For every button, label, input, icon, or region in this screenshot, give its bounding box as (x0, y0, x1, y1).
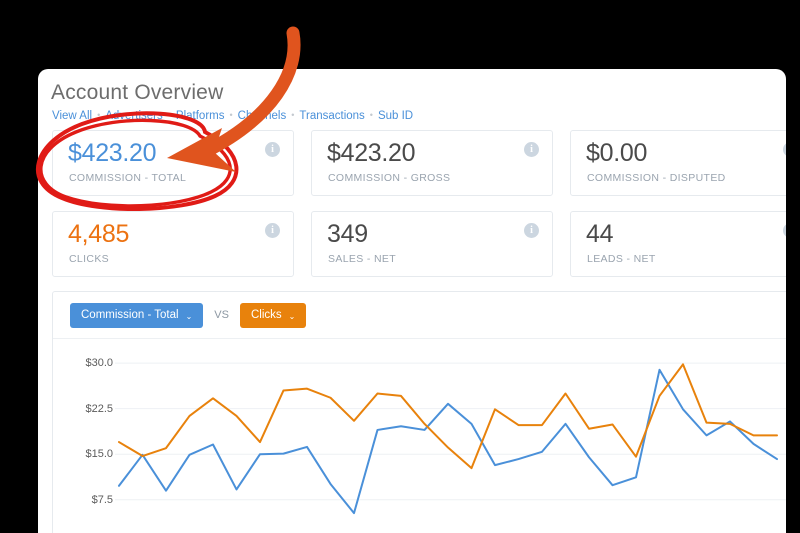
chevron-down-icon: ⌄ (185, 311, 193, 321)
breadcrumb-separator: • (229, 110, 233, 120)
metric-value: $0.00 (586, 139, 648, 167)
secondary-series-selector[interactable]: Clicks ⌄ (239, 302, 307, 328)
vs-label: VS (214, 309, 229, 321)
breadcrumb-item-platforms[interactable]: Platforms (176, 110, 225, 122)
chevron-down-icon: ⌄ (288, 311, 296, 321)
metric-cards-row-1: $423.20 COMMISSION - TOTAL $423.20 COMMISSI… (52, 130, 786, 196)
metric-label: LEADS - NET (587, 253, 656, 265)
metric-card-commission-gross[interactable]: $423.20 COMMISSION - GROSS (311, 130, 553, 196)
secondary-series-label: Clicks (250, 309, 282, 321)
metric-card-commission-total[interactable]: $423.20 COMMISSION - TOTAL (52, 130, 294, 196)
metric-card-sales-net[interactable]: 349 SALES - NET (311, 211, 553, 277)
metric-label: SALES - NET (328, 253, 397, 265)
breadcrumb-item-view-all[interactable]: View All (52, 110, 92, 122)
screenshot-stage: Account Overview View All • Advertisers • Pl… (0, 0, 800, 533)
metric-value: 349 (327, 220, 368, 248)
account-overview-panel: Account Overview View All • Advertisers • Pl… (38, 69, 786, 533)
info-icon[interactable] (265, 142, 280, 157)
metric-value: 4,485 (68, 220, 130, 248)
breadcrumb-item-sub-id[interactable]: Sub ID (378, 110, 413, 122)
breadcrumb-item-channels[interactable]: Channels (238, 110, 287, 122)
metric-value: $423.20 (327, 139, 416, 167)
metric-cards-row-2: 4,485 CLICKS 349 SALES - NET 44 LEADS - NET (52, 211, 786, 277)
series-line-commission-total (118, 368, 778, 515)
chart-toolbar: Commission - Total ⌄ VS Clicks ⌄ (53, 292, 786, 339)
breadcrumb-separator: • (369, 110, 373, 120)
line-chart-svg (115, 362, 786, 515)
info-icon[interactable] (783, 223, 786, 238)
metric-label: COMMISSION - TOTAL (69, 172, 187, 184)
breadcrumb-separator: • (97, 110, 101, 120)
info-icon[interactable] (524, 223, 539, 238)
metric-card-clicks[interactable]: 4,485 CLICKS (52, 211, 294, 277)
breadcrumb-separator: • (167, 110, 171, 120)
primary-series-selector[interactable]: Commission - Total ⌄ (70, 302, 204, 328)
breadcrumb-item-advertisers[interactable]: Advertisers (105, 110, 163, 122)
metric-value: $423.20 (68, 139, 157, 167)
breadcrumb-item-transactions[interactable]: Transactions (299, 110, 364, 122)
metric-label: COMMISSION - DISPUTED (587, 172, 726, 184)
metric-card-commission-disputed[interactable]: $0.00 COMMISSION - DISPUTED (570, 130, 786, 196)
chart-plot-area: $30.0 $22.5 $15.0 $7.5 (53, 339, 786, 533)
info-icon[interactable] (783, 142, 786, 157)
metric-value: 44 (586, 220, 614, 248)
metric-label: CLICKS (69, 253, 110, 265)
metric-card-leads-net[interactable]: 44 LEADS - NET (570, 211, 786, 277)
primary-series-label: Commission - Total (81, 309, 179, 321)
breadcrumb: View All • Advertisers • Platforms • Channels •… (52, 110, 413, 122)
metric-label: COMMISSION - GROSS (328, 172, 451, 184)
info-icon[interactable] (265, 223, 280, 238)
page-title: Account Overview (51, 81, 224, 104)
chart-panel: Commission - Total ⌄ VS Clicks ⌄ $30.0 $2… (52, 291, 786, 533)
info-icon[interactable] (524, 142, 539, 157)
breadcrumb-separator: • (291, 110, 295, 120)
